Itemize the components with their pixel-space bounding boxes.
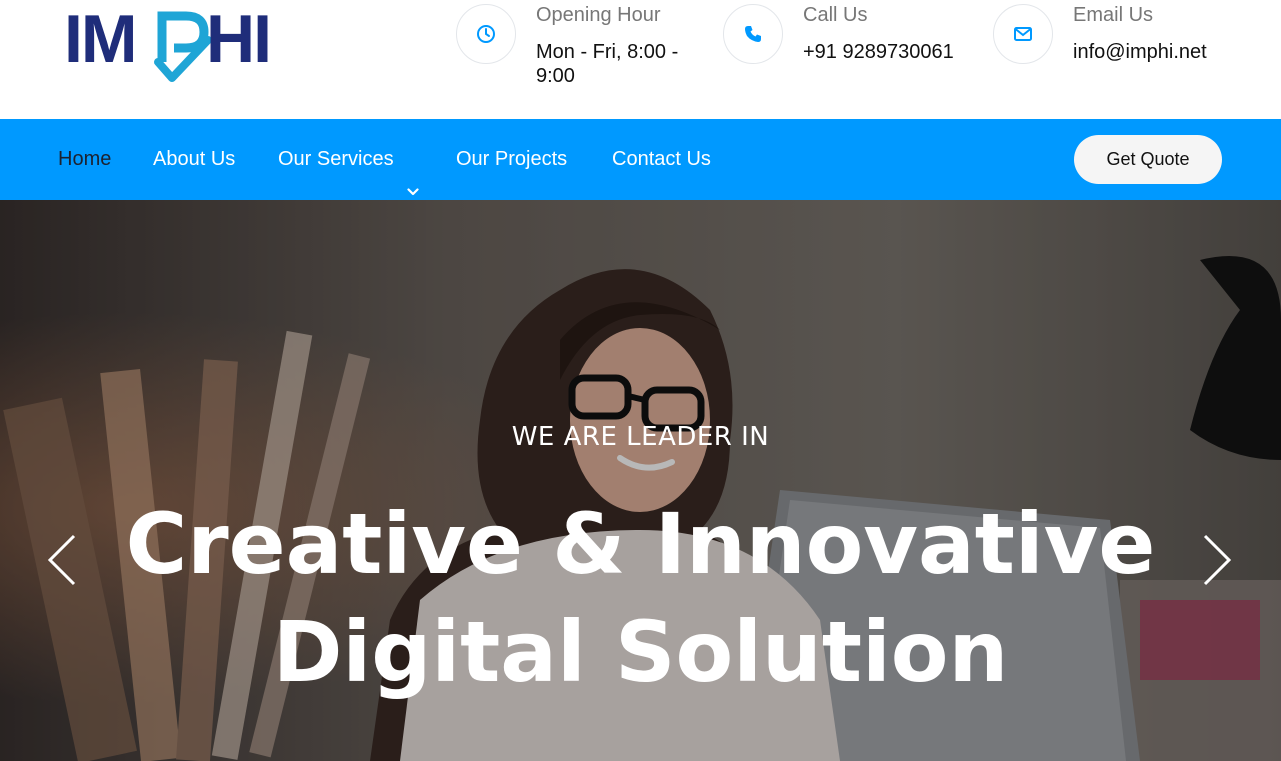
email-us-label: Email Us — [1073, 4, 1154, 26]
chevron-left-icon — [47, 534, 76, 586]
call-us-info: Call Us +91 9289730061 — [723, 0, 973, 100]
nav-our-services[interactable]: Our Services — [278, 119, 419, 200]
call-us-label: Call Us — [803, 4, 868, 26]
hero-headline: Creative & Innovative Digital Solution — [0, 490, 1281, 706]
phone-icon — [723, 4, 783, 64]
carousel-prev-button[interactable] — [46, 533, 78, 587]
hero-headline-line1: Creative & Innovative — [125, 495, 1156, 593]
nav-our-services-label: Our Services — [278, 148, 394, 170]
top-header: IM HI Opening Hour Mon - Fri, 8:00 - 9:0… — [0, 0, 1281, 119]
email-address[interactable]: info@imphi.net — [1073, 40, 1207, 64]
hero-headline-line2: Digital Solution — [272, 603, 1009, 701]
hero-eyebrow: WE ARE LEADER IN — [511, 422, 770, 452]
chevron-down-icon — [407, 152, 419, 196]
carousel-next-button[interactable] — [1201, 533, 1233, 587]
chevron-right-icon — [1203, 534, 1232, 586]
brand-logo[interactable]: IM HI — [62, 0, 294, 88]
opening-hours-info: Opening Hour Mon - Fri, 8:00 - 9:00 — [456, 0, 706, 100]
phone-number[interactable]: +91 9289730061 — [803, 40, 954, 64]
opening-hours-value: Mon - Fri, 8:00 - 9:00 — [536, 40, 678, 88]
opening-hours-value-line1: Mon - Fri, 8:00 - — [536, 41, 679, 63]
nav-contact-us[interactable]: Contact Us — [612, 119, 711, 200]
hero-carousel: WE ARE LEADER IN Creative & Innovative D… — [0, 200, 1281, 761]
clock-icon — [456, 4, 516, 64]
envelope-icon — [993, 4, 1053, 64]
svg-text:HI: HI — [206, 1, 270, 77]
opening-hours-label: Opening Hour — [536, 4, 661, 26]
nav-about-us[interactable]: About Us — [153, 119, 235, 200]
opening-hours-value-line2: 9:00 — [536, 65, 575, 87]
nav-home[interactable]: Home — [58, 119, 111, 200]
nav-our-projects[interactable]: Our Projects — [456, 119, 567, 200]
email-us-info: Email Us info@imphi.net — [993, 0, 1253, 100]
get-quote-button[interactable]: Get Quote — [1074, 135, 1222, 184]
svg-text:IM: IM — [64, 1, 136, 77]
